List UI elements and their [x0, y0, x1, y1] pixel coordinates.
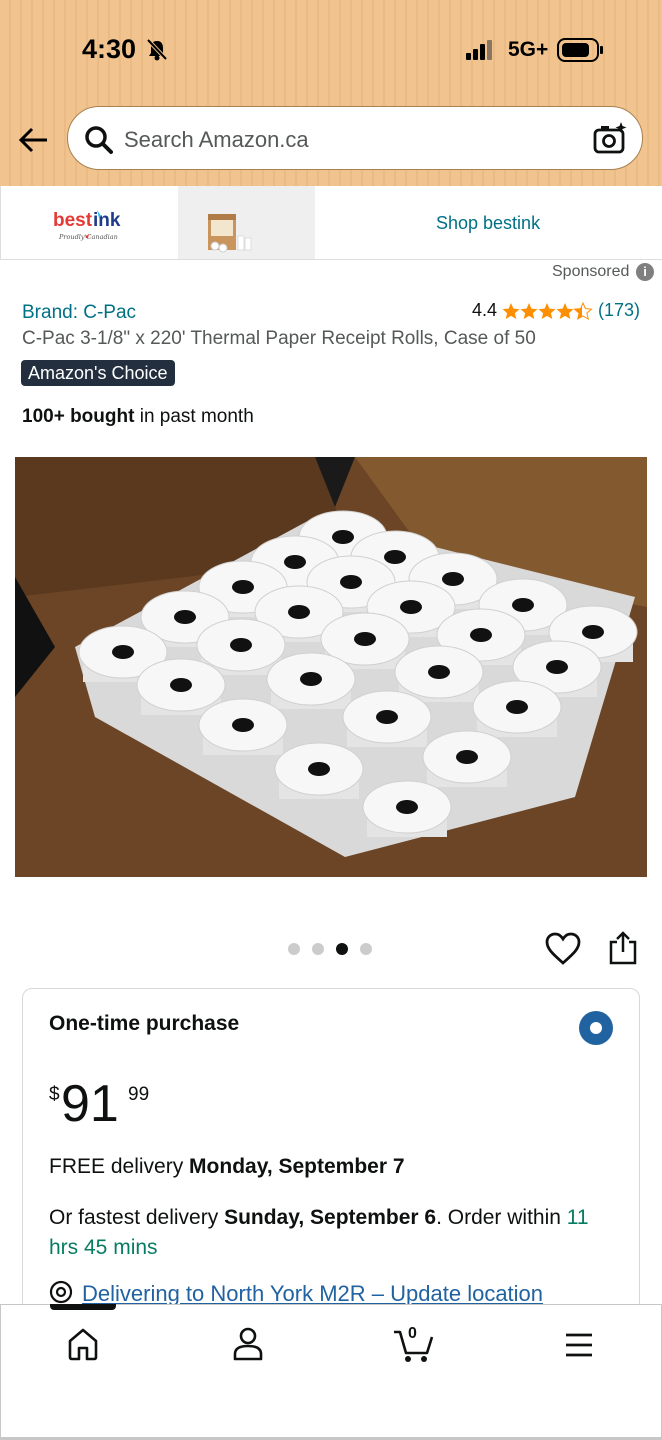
home-icon[interactable]	[66, 1326, 100, 1362]
rating-count[interactable]: (173)	[598, 300, 640, 321]
one-time-purchase-label: One-time purchase	[49, 1012, 240, 1035]
network-label: 5G+	[508, 38, 549, 61]
back-arrow-icon[interactable]	[18, 124, 50, 156]
menu-icon[interactable]	[563, 1326, 595, 1362]
product-thumbnail	[178, 186, 315, 259]
cart-count: 0	[408, 1325, 417, 1342]
carousel-dot[interactable]	[360, 943, 372, 955]
svg-text:best: best	[53, 210, 93, 231]
sponsored-label: Sponsored	[552, 263, 630, 280]
paper-roll	[472, 680, 562, 737]
svg-text:ink: ink	[93, 210, 121, 231]
free-delivery-date: Monday, September 7	[189, 1155, 405, 1178]
bottom-tab-bar	[0, 1304, 662, 1440]
one-time-purchase-radio[interactable]	[579, 1011, 613, 1045]
sponsored-banner[interactable]: best ink Proudly Canadian	[0, 186, 662, 260]
rating-stars-icon[interactable]	[502, 300, 594, 322]
brand-link[interactable]: Brand: C-Pac	[22, 302, 136, 324]
carousel-dots[interactable]	[288, 942, 378, 956]
search-icon	[85, 126, 113, 154]
shop-brand-link[interactable]: Shop bestink	[436, 213, 540, 234]
product-title[interactable]: C-Pac 3-1/8" x 220' Thermal Paper Receip…	[22, 328, 536, 350]
paper-roll	[422, 730, 512, 787]
carousel-dot[interactable]	[336, 943, 348, 955]
price-currency: $	[49, 1084, 60, 1105]
bought-count-bold: 100+ bought	[22, 406, 135, 427]
amazons-choice-badge: Amazon's Choice	[21, 360, 175, 386]
fastest-date: Sunday, September 6	[224, 1206, 437, 1229]
bestink-logo: best ink Proudly Canadian	[53, 210, 121, 241]
paper-roll	[274, 742, 364, 799]
bell-muted-icon	[146, 38, 168, 61]
signal-icon	[466, 40, 492, 60]
status-time: 4:30	[82, 34, 137, 64]
product-image[interactable]	[15, 457, 647, 877]
paper-roll	[198, 698, 288, 755]
info-icon[interactable]: i	[636, 263, 654, 281]
price-fraction: 99	[128, 1084, 150, 1105]
price-whole: 91	[61, 1075, 119, 1133]
free-delivery-text: FREE delivery Monday, September 7	[49, 1155, 405, 1179]
rating-value: 4.4	[472, 300, 498, 320]
active-tab-indicator	[50, 1304, 116, 1310]
paper-roll	[394, 645, 484, 702]
paper-roll	[266, 652, 356, 709]
carousel-dot[interactable]	[312, 943, 324, 955]
paper-roll	[342, 690, 432, 747]
carousel-dot[interactable]	[288, 943, 300, 955]
purchase-card	[22, 988, 640, 1318]
search-placeholder: Search Amazon.ca	[124, 127, 309, 152]
location-pin-icon	[49, 1280, 73, 1304]
account-icon[interactable]	[232, 1326, 264, 1362]
paper-roll	[362, 780, 452, 837]
search-input[interactable]: Search Amazon.ca	[67, 106, 643, 170]
share-icon[interactable]	[608, 930, 638, 966]
fastest-prefix: Or fastest delivery	[49, 1206, 225, 1229]
fastest-delivery-text: Or fastest delivery Sunday, September 6.…	[49, 1203, 609, 1263]
fastest-mid: . Order within	[436, 1206, 567, 1229]
heart-icon[interactable]	[545, 932, 581, 966]
bought-count: 100+ bought in past month	[22, 406, 254, 428]
free-delivery-prefix: FREE delivery	[49, 1155, 190, 1178]
bought-count-rest: in past month	[134, 406, 254, 427]
camera-search-icon[interactable]	[592, 121, 628, 157]
battery-icon	[557, 38, 603, 62]
